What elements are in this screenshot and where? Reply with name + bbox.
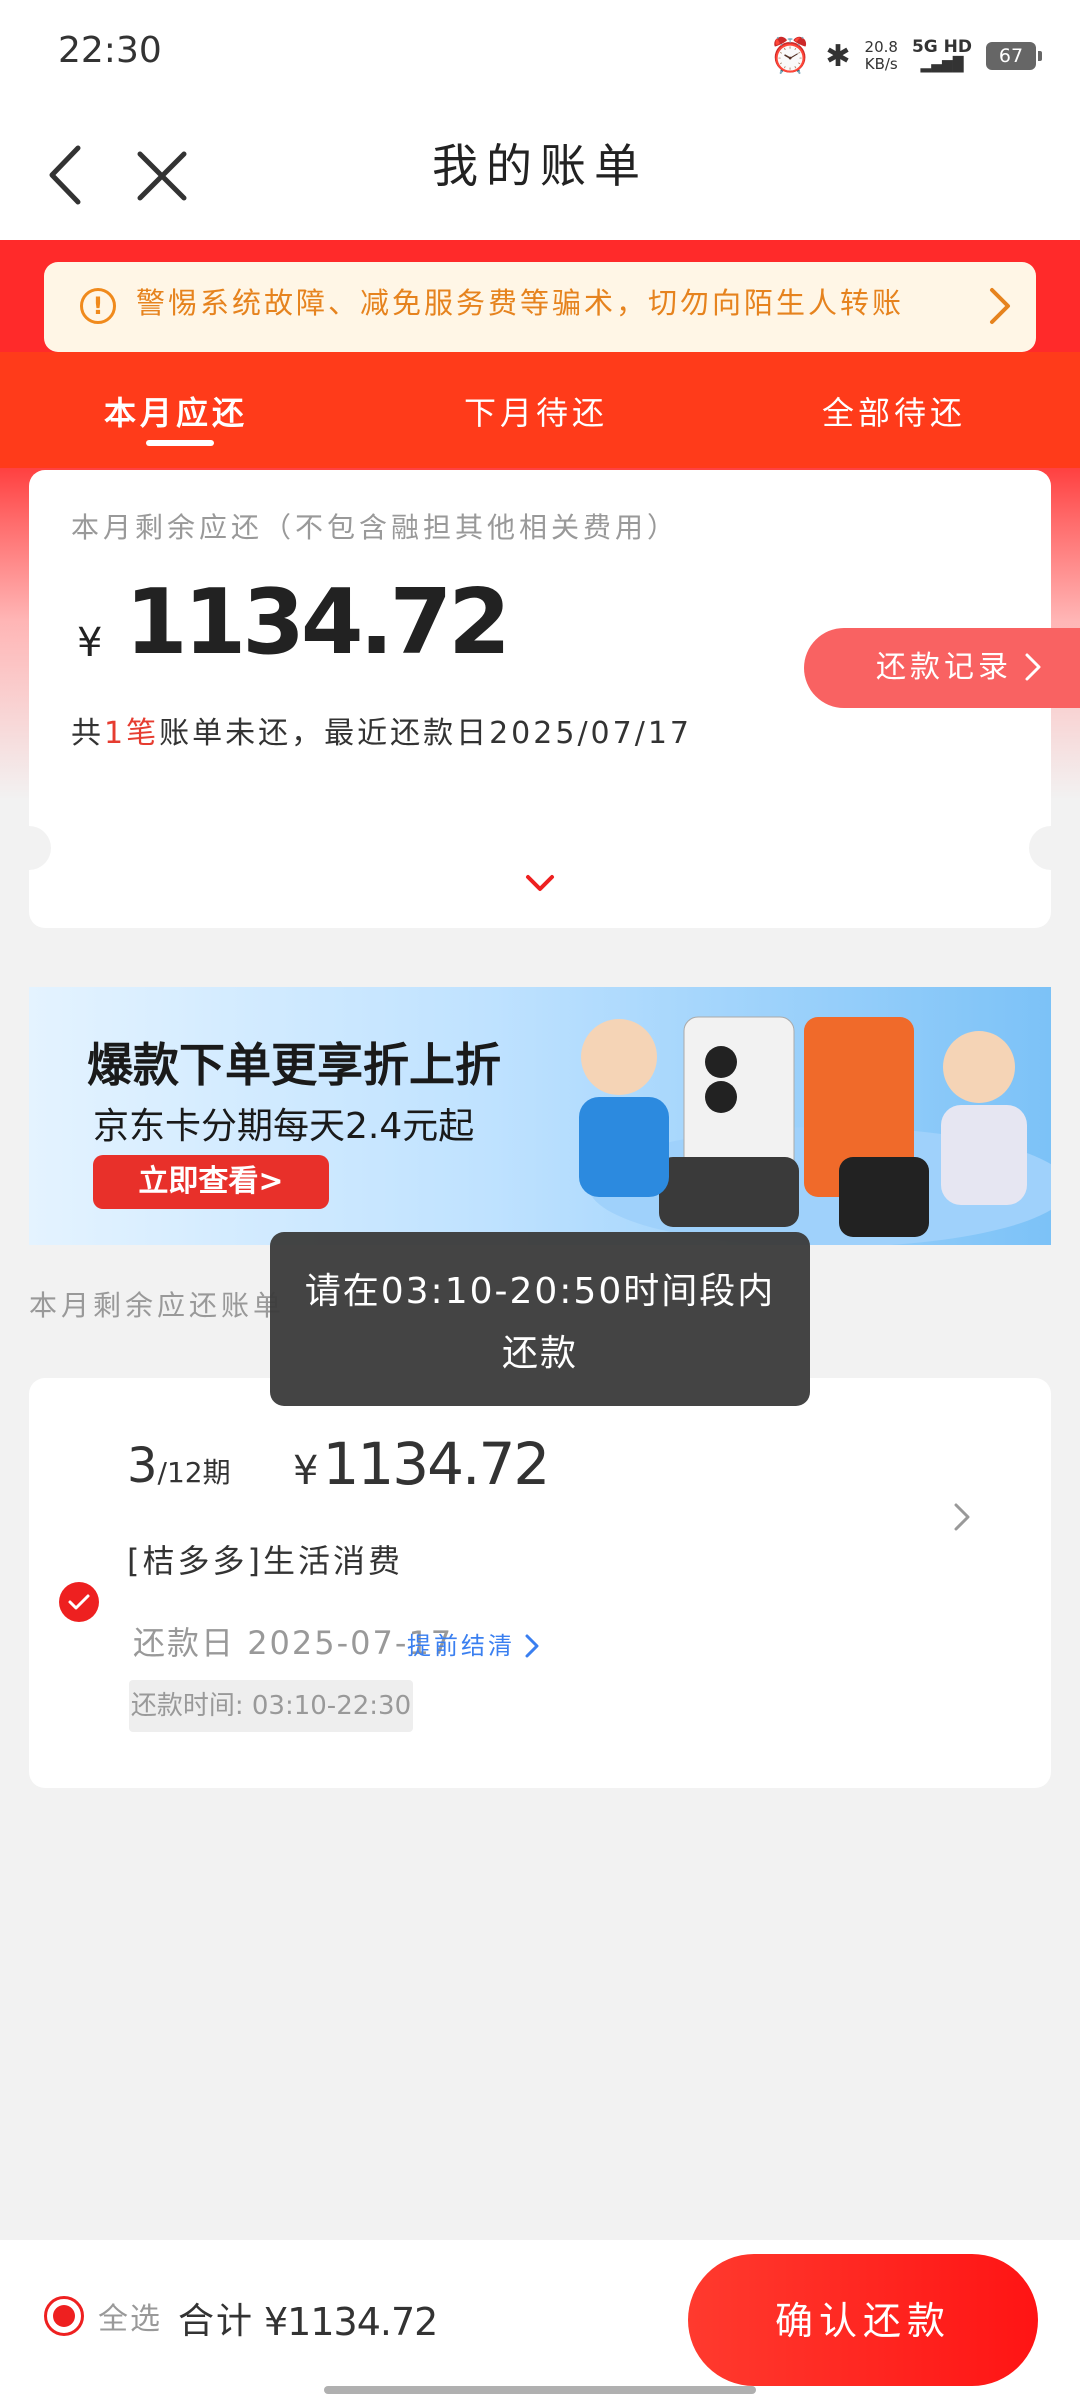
expand-chevron-icon[interactable]: [525, 874, 555, 894]
bill-tabs: 本月应还 下月待还 全部待还: [0, 352, 1080, 468]
repay-time-chip: 还款时间: 03:10-22:30: [129, 1680, 413, 1732]
promo-banner[interactable]: 爆款下单更享折上折 京东卡分期每天2.4元起 立即查看>: [29, 987, 1051, 1245]
status-time: 22:30: [58, 30, 162, 71]
app-header: 我的账单: [0, 110, 1080, 240]
bill-card[interactable]: 3/12期 ¥1134.72 [桔多多]生活消费 还款日 2025-07-17 …: [29, 1378, 1051, 1788]
promo-illustration: [579, 1016, 1051, 1245]
currency-symbol: ¥: [77, 620, 103, 666]
notice-text: 警惕系统故障、减免服务费等骗术，切勿向陌生人转账: [136, 286, 905, 320]
chevron-right-icon: [1025, 653, 1041, 681]
time-window-toast: 请在03:10-20:50时间段内 还款: [270, 1232, 810, 1406]
fraud-warning-notice[interactable]: ! 警惕系统故障、减免服务费等骗术，切勿向陌生人转账: [44, 262, 1036, 352]
card-notch-right: [1029, 826, 1073, 870]
summary-label: 本月剩余应还（不包含融担其他相关费用）: [71, 511, 680, 544]
total-value: ¥1134.72: [264, 2300, 438, 2344]
promo-subline: 京东卡分期每天2.4元起: [93, 1106, 475, 1147]
bluetooth-icon: ✱: [825, 38, 851, 74]
early-settle-link[interactable]: 提前结清: [407, 1626, 515, 1661]
section-label: 本月剩余应还账单: [29, 1289, 286, 1322]
chevron-right-icon: [990, 288, 1010, 324]
confirm-repay-button[interactable]: 确认还款: [688, 2254, 1038, 2386]
active-tab-indicator: [146, 440, 214, 446]
due-date: 还款日 2025-07-17: [133, 1624, 454, 1662]
chevron-right-icon[interactable]: [953, 1502, 971, 1532]
bill-amount: ¥1134.72: [293, 1430, 550, 1498]
battery-icon: 67: [986, 42, 1042, 70]
checkout-bar: 全选 合计 ¥1134.72 确认还款: [0, 2240, 1080, 2400]
merchant-name: [桔多多]生活消费: [127, 1542, 403, 1580]
tab-next-month[interactable]: 下月待还: [464, 388, 608, 434]
promo-headline: 爆款下单更享折上折: [87, 1038, 501, 1092]
chevron-right-icon: [525, 1634, 539, 1658]
tab-all-pending[interactable]: 全部待还: [822, 388, 966, 434]
recent-due-date: 2025/07/17: [489, 716, 693, 751]
remaining-amount: 1134.72: [125, 570, 511, 675]
repay-record-button[interactable]: 还款记录: [804, 628, 1080, 708]
select-all-radio[interactable]: [44, 2296, 84, 2336]
select-all-label[interactable]: 全选: [98, 2294, 162, 2338]
card-notch-left: [7, 826, 51, 870]
checkmark-icon: [68, 1594, 90, 1610]
promo-cta-button[interactable]: 立即查看>: [93, 1155, 329, 1209]
status-icons: ⏰ ✱ 20.8 KB/s 5G HD ▂▄▆█ 67: [769, 36, 1042, 76]
network-speed: 20.8 KB/s: [864, 38, 898, 73]
status-bar: 22:30 ⏰ ✱ 20.8 KB/s 5G HD ▂▄▆█ 67: [0, 0, 1080, 110]
bill-count: 1笔: [104, 716, 160, 751]
tab-this-month[interactable]: 本月应还: [104, 388, 248, 434]
total-label: 合计: [178, 2301, 255, 2342]
alarm-icon: ⏰: [769, 36, 812, 76]
warning-icon: !: [80, 288, 116, 324]
signal-icon: 5G HD ▂▄▆█: [911, 37, 972, 73]
home-indicator[interactable]: [324, 2386, 756, 2394]
page-title: 我的账单: [432, 139, 648, 193]
bill-info: 共1笔账单未还，最近还款日2025/07/17: [71, 716, 693, 751]
bill-checkbox[interactable]: [59, 1582, 99, 1622]
installment-period: 3/12期: [127, 1438, 231, 1494]
